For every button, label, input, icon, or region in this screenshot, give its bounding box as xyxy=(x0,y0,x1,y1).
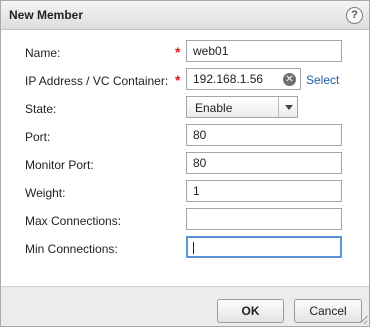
port-row: Port: xyxy=(1,122,369,150)
required-asterisk: * xyxy=(175,44,181,60)
ip-row: IP Address / VC Container: * ✕ Select xyxy=(1,66,369,94)
state-label: State: xyxy=(25,102,57,116)
name-row: Name: * xyxy=(1,38,369,66)
state-dropdown-value: Enable xyxy=(195,101,233,115)
ok-button[interactable]: OK xyxy=(217,299,284,323)
dialog-footer: OK Cancel xyxy=(1,286,369,326)
select-link[interactable]: Select xyxy=(306,73,339,87)
state-row: State: Enable xyxy=(1,94,369,122)
name-label: Name: xyxy=(25,46,61,60)
clear-icon[interactable]: ✕ xyxy=(283,73,296,86)
monitor-port-label: Monitor Port: xyxy=(25,158,94,172)
port-input[interactable] xyxy=(186,124,342,146)
max-connections-input[interactable] xyxy=(186,208,342,230)
max-connections-label: Max Connections: xyxy=(25,214,122,228)
dialog-title: New Member xyxy=(9,8,84,22)
weight-label: Weight: xyxy=(25,186,66,200)
cancel-button[interactable]: Cancel xyxy=(294,299,362,323)
min-connections-row: Min Connections: xyxy=(1,234,369,262)
min-connections-input[interactable] xyxy=(186,236,342,258)
help-icon[interactable]: ? xyxy=(346,7,363,24)
weight-row: Weight: xyxy=(1,178,369,206)
port-label: Port: xyxy=(25,130,51,144)
resize-grip-icon[interactable] xyxy=(358,315,367,324)
state-dropdown[interactable]: Enable xyxy=(186,96,298,118)
monitor-port-input[interactable] xyxy=(186,152,342,174)
member-form: Name: * IP Address / VC Container: * ✕ S… xyxy=(1,30,369,286)
max-connections-row: Max Connections: xyxy=(1,206,369,234)
new-member-dialog: New Member ? Name: * IP Address / VC Con… xyxy=(0,0,370,327)
required-asterisk: * xyxy=(175,72,181,88)
dialog-titlebar: New Member ? xyxy=(1,1,369,30)
chevron-down-icon[interactable] xyxy=(278,97,297,117)
name-input[interactable] xyxy=(186,40,342,62)
ip-label: IP Address / VC Container: xyxy=(25,74,169,88)
min-connections-label: Min Connections: xyxy=(25,242,118,256)
monitor-port-row: Monitor Port: xyxy=(1,150,369,178)
weight-input[interactable] xyxy=(186,180,342,202)
text-caret xyxy=(193,242,194,254)
